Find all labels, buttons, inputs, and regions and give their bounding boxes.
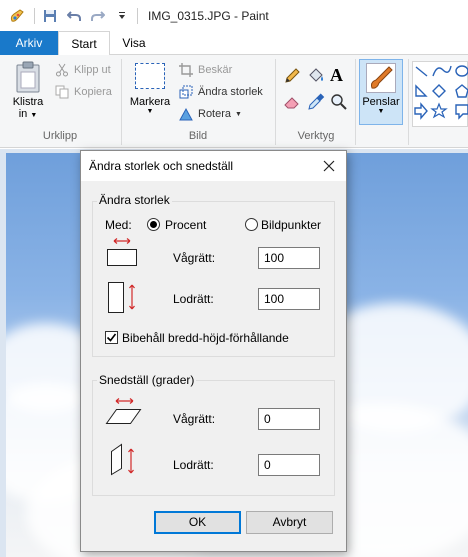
resize-vertical-illustration bbox=[107, 279, 141, 315]
diamond-shape-icon bbox=[432, 84, 446, 98]
skew-horizontal-input[interactable]: 0 bbox=[258, 408, 320, 430]
copy-button[interactable]: Kopiera bbox=[54, 82, 112, 102]
brushes-button[interactable]: Penslar ▼ bbox=[359, 59, 403, 125]
dialog-title: Ändra storlek och snedställ bbox=[89, 159, 234, 173]
color-picker-icon[interactable] bbox=[307, 93, 325, 111]
skew-horizontal-label: Vågrätt: bbox=[173, 412, 216, 426]
brush-icon bbox=[366, 63, 396, 93]
resize-icon bbox=[178, 84, 194, 100]
close-icon bbox=[323, 160, 335, 172]
text-tool-icon[interactable]: A bbox=[330, 65, 348, 85]
save-icon[interactable] bbox=[39, 5, 61, 27]
group-label-clipboard: Urklipp bbox=[42, 130, 78, 142]
by-label: Med: bbox=[105, 218, 132, 232]
chevron-down-icon: ▼ bbox=[30, 112, 38, 119]
skew-group-legend: Snedställ (grader) bbox=[97, 373, 197, 387]
group-label-tools: Verktyg bbox=[297, 130, 335, 142]
pixels-label[interactable]: Bildpunkter bbox=[261, 218, 321, 232]
curve-shape-icon bbox=[432, 65, 452, 77]
paint-app-icon[interactable] bbox=[6, 5, 28, 27]
cut-button[interactable]: Klipp ut bbox=[54, 60, 111, 80]
tab-visa[interactable]: Visa bbox=[112, 31, 156, 55]
selection-rectangle-icon bbox=[135, 63, 165, 89]
fill-bucket-icon[interactable] bbox=[307, 67, 325, 85]
paste-label-2-row: in ▼ bbox=[8, 108, 48, 120]
pixels-radio[interactable] bbox=[245, 218, 258, 231]
resize-horizontal-illustration bbox=[105, 237, 139, 267]
oval-shape-icon bbox=[455, 65, 468, 77]
star-shape-icon bbox=[430, 102, 448, 119]
title-bar: IMG_0315.JPG - Paint bbox=[0, 0, 468, 31]
qa-divider bbox=[137, 7, 138, 24]
skew-vertical-label: Lodrätt: bbox=[173, 458, 214, 472]
resize-label: Ändra storlek bbox=[198, 86, 263, 98]
select-button[interactable]: Markera ▼ bbox=[128, 61, 172, 127]
magnifier-icon[interactable] bbox=[330, 93, 348, 111]
cancel-button[interactable]: Avbryt bbox=[246, 511, 333, 534]
undo-icon[interactable] bbox=[63, 5, 85, 27]
rotate-button[interactable]: Rotera ▼ bbox=[178, 104, 242, 124]
skew-vertical-input[interactable]: 0 bbox=[258, 454, 320, 476]
copy-label: Kopiera bbox=[74, 86, 112, 98]
window-title: IMG_0315.JPG - Paint bbox=[148, 8, 269, 23]
rotate-icon bbox=[178, 106, 194, 122]
dialog-title-bar: Ändra storlek och snedställ bbox=[81, 151, 346, 181]
cut-label: Klipp ut bbox=[74, 64, 111, 76]
brushes-label: Penslar bbox=[362, 96, 400, 108]
triangle-shape-icon bbox=[415, 84, 428, 97]
ok-button[interactable]: OK bbox=[154, 511, 241, 534]
qa-divider bbox=[34, 7, 35, 24]
line-shape-icon bbox=[415, 66, 428, 77]
scissors-icon bbox=[54, 62, 70, 78]
crop-button[interactable]: Beskär bbox=[178, 60, 232, 80]
ribbon-tabs: Arkiv Start Visa bbox=[0, 31, 468, 56]
resize-vertical-input[interactable]: 100 bbox=[258, 288, 320, 310]
keep-ratio-label[interactable]: Bibehåll bredd-höjd-förhållande bbox=[122, 331, 289, 345]
resize-button[interactable]: Ändra storlek bbox=[178, 82, 263, 102]
group-label-image: Bild bbox=[188, 130, 208, 142]
quick-access-toolbar bbox=[0, 0, 140, 31]
checkmark-icon bbox=[106, 333, 117, 342]
crop-label: Beskär bbox=[198, 64, 233, 76]
eraser-icon[interactable] bbox=[283, 93, 301, 111]
chevron-down-icon: ▼ bbox=[235, 110, 242, 118]
keep-ratio-checkbox[interactable] bbox=[105, 331, 118, 344]
skew-vertical-illustration bbox=[107, 441, 141, 477]
callout-shape-icon bbox=[455, 104, 468, 120]
resize-horizontal-label: Vågrätt: bbox=[173, 251, 216, 265]
arrow-shape-icon bbox=[414, 102, 428, 120]
resize-group-legend: Ändra storlek bbox=[97, 193, 172, 207]
copy-icon bbox=[54, 84, 70, 100]
close-button[interactable] bbox=[318, 155, 340, 177]
pentagon-shape-icon bbox=[455, 84, 468, 98]
ribbon: Klistra in ▼ Klipp ut Kopiera Urklipp Ma… bbox=[0, 55, 468, 148]
pencil-icon[interactable] bbox=[283, 67, 301, 85]
redo-icon[interactable] bbox=[87, 5, 109, 27]
tab-arkiv[interactable]: Arkiv bbox=[0, 31, 58, 55]
shapes-gallery[interactable] bbox=[412, 61, 468, 127]
skew-horizontal-illustration bbox=[105, 397, 143, 427]
ribbon-separator bbox=[121, 59, 122, 145]
ribbon-separator bbox=[275, 59, 276, 145]
customize-dropdown-icon[interactable] bbox=[111, 5, 133, 27]
resize-horizontal-input[interactable]: 100 bbox=[258, 247, 320, 269]
paste-button[interactable]: Klistra in ▼ bbox=[8, 59, 48, 127]
resize-vertical-label: Lodrätt: bbox=[173, 292, 214, 306]
percent-radio[interactable] bbox=[147, 218, 160, 231]
ribbon-separator bbox=[355, 59, 356, 145]
paste-label-1: Klistra bbox=[12, 96, 44, 108]
clipboard-icon bbox=[16, 61, 40, 93]
chevron-down-icon: ▼ bbox=[377, 108, 385, 115]
ribbon-separator bbox=[408, 59, 409, 145]
paste-label-2: in bbox=[18, 108, 28, 120]
rotate-label: Rotera bbox=[198, 108, 232, 120]
resize-skew-dialog: Ändra storlek och snedställ Ändra storle… bbox=[80, 150, 347, 552]
select-label: Markera bbox=[129, 96, 171, 108]
tab-start[interactable]: Start bbox=[58, 31, 110, 56]
chevron-down-icon: ▼ bbox=[146, 108, 154, 115]
percent-label[interactable]: Procent bbox=[165, 218, 206, 232]
crop-icon bbox=[178, 62, 194, 78]
